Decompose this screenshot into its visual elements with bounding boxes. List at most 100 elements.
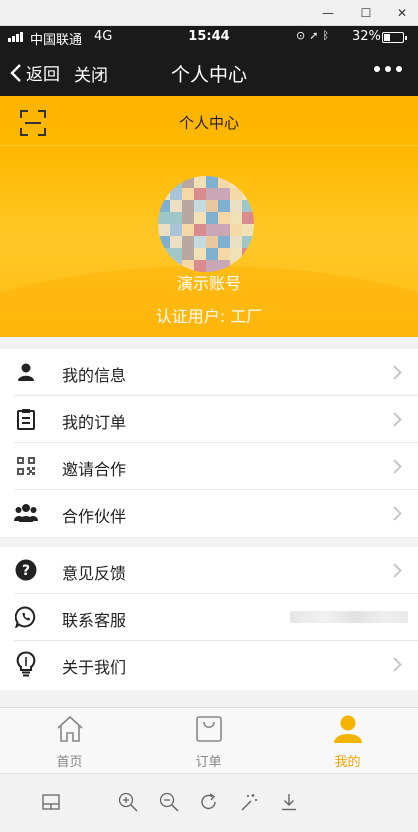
avatar-pixel <box>182 176 194 188</box>
avatar-pixel <box>230 248 242 260</box>
chevron-right-icon <box>393 657 402 672</box>
avatar-pixel <box>218 188 230 200</box>
avatar-pixel <box>242 188 254 200</box>
avatar-pixel <box>158 200 170 212</box>
menu-item-label: 我的订单 <box>62 413 127 432</box>
avatar-pixel <box>194 188 206 200</box>
service-phone-redacted <box>290 611 408 623</box>
avatar-pixel <box>242 176 254 188</box>
menu-item-label: 邀请合作 <box>62 460 127 479</box>
menu-item-my-info[interactable]: 我的信息 <box>14 349 418 396</box>
chevron-right-icon <box>393 563 402 578</box>
avatar-pixel <box>194 212 206 224</box>
avatar-pixel <box>194 224 206 236</box>
avatar[interactable] <box>158 176 254 272</box>
tab-label: 订单 <box>195 755 222 770</box>
avatar-pixel <box>170 176 182 188</box>
avatar-pixel <box>230 236 242 248</box>
avatar-pixel <box>230 176 242 188</box>
avatar-pixel <box>242 248 254 260</box>
battery-icon <box>382 32 407 43</box>
tab-home[interactable]: 首页 <box>0 708 139 774</box>
avatar-pixel <box>170 236 182 248</box>
avatar-pixel <box>158 236 170 248</box>
avatar-pixel <box>170 224 182 236</box>
menu-item-label: 意见反馈 <box>62 564 127 583</box>
avatar-pixel <box>242 212 254 224</box>
divider <box>0 337 418 349</box>
avatar-pixel <box>158 224 170 236</box>
menu-item-label: 关于我们 <box>62 658 127 677</box>
avatar-pixel <box>230 188 242 200</box>
rotation-lock-icon: ⊙ <box>296 29 310 42</box>
menu-group-account: 我的信息 我的订单 邀请合作 合作伙伴 <box>0 349 418 537</box>
avatar-pixel <box>242 236 254 248</box>
maximize-button[interactable]: ☐ <box>348 0 384 26</box>
menu-item-label: 合作伙伴 <box>62 507 127 526</box>
menu-item-label: 我的信息 <box>62 366 127 385</box>
battery-percent: 32% <box>352 29 381 44</box>
avatar-pixel <box>158 212 170 224</box>
chevron-right-icon <box>393 412 402 427</box>
avatar-pixel <box>230 224 242 236</box>
download-icon[interactable] <box>278 791 300 813</box>
page-title: 个人中心 <box>170 64 247 86</box>
menu-item-feedback[interactable]: ? 意见反馈 <box>14 547 418 594</box>
avatar-pixel <box>218 236 230 248</box>
avatar-pixel <box>218 248 230 260</box>
home-icon <box>57 715 83 742</box>
menu-item-partners[interactable]: 合作伙伴 <box>14 490 418 537</box>
avatar-pixel <box>206 188 218 200</box>
avatar-pixel <box>158 248 170 260</box>
avatar-pixel <box>206 248 218 260</box>
bag-icon <box>196 716 222 742</box>
location-icon: ➚ <box>309 29 323 42</box>
menu-item-customer-service[interactable]: 联系客服 <box>14 594 418 641</box>
certification-status: 认证用户: 工厂 <box>155 307 263 326</box>
tab-orders[interactable]: 订单 <box>139 708 278 774</box>
status-icons: ⊙➚ᛒ <box>296 29 333 42</box>
layout-icon[interactable] <box>40 791 62 813</box>
clipboard-icon <box>14 407 38 431</box>
avatar-pixel <box>242 200 254 212</box>
avatar-pixel <box>170 188 182 200</box>
avatar-pixel <box>194 176 206 188</box>
navigation-bar: 返回 关闭 个人中心 <box>0 48 418 96</box>
menu-item-invite[interactable]: 邀请合作 <box>14 443 418 490</box>
magic-wand-icon[interactable] <box>238 791 260 813</box>
avatar-pixel <box>170 200 182 212</box>
avatar-pixel <box>194 236 206 248</box>
tab-label: 我的 <box>334 755 361 770</box>
avatar-pixel <box>218 200 230 212</box>
header-topbar: 个人中心 <box>0 96 418 146</box>
status-bar: 中国联通 4G 15:44 ⊙➚ᛒ 32% <box>0 26 418 48</box>
avatar-pixel <box>170 248 182 260</box>
chevron-right-icon <box>393 506 402 521</box>
menu-item-about-us[interactable]: 关于我们 <box>14 641 418 688</box>
avatar-pixel <box>170 212 182 224</box>
avatar-pixel <box>206 176 218 188</box>
avatar-pixel <box>206 200 218 212</box>
chevron-right-icon <box>393 365 402 380</box>
avatar-pixel <box>158 188 170 200</box>
avatar-pixel <box>194 248 206 260</box>
more-options-icon[interactable] <box>374 66 402 72</box>
avatar-pixel <box>194 200 206 212</box>
menu-item-my-orders[interactable]: 我的订单 <box>14 396 418 443</box>
avatar-pixel <box>182 236 194 248</box>
avatar-pixel <box>230 212 242 224</box>
tab-mine[interactable]: 我的 <box>278 708 417 774</box>
avatar-pixel <box>218 176 230 188</box>
close-window-button[interactable]: ✕ <box>384 0 418 26</box>
qrcode-icon <box>14 454 38 478</box>
avatar-pixel <box>218 224 230 236</box>
rotate-icon[interactable] <box>198 791 220 813</box>
zoom-out-icon[interactable] <box>158 791 180 813</box>
person-icon <box>14 360 38 384</box>
lightbulb-icon <box>14 651 38 677</box>
minimize-button[interactable]: — <box>310 0 346 26</box>
avatar-pixel <box>206 236 218 248</box>
zoom-in-icon[interactable] <box>117 791 139 813</box>
chevron-right-icon <box>393 459 402 474</box>
avatar-pixel <box>230 200 242 212</box>
